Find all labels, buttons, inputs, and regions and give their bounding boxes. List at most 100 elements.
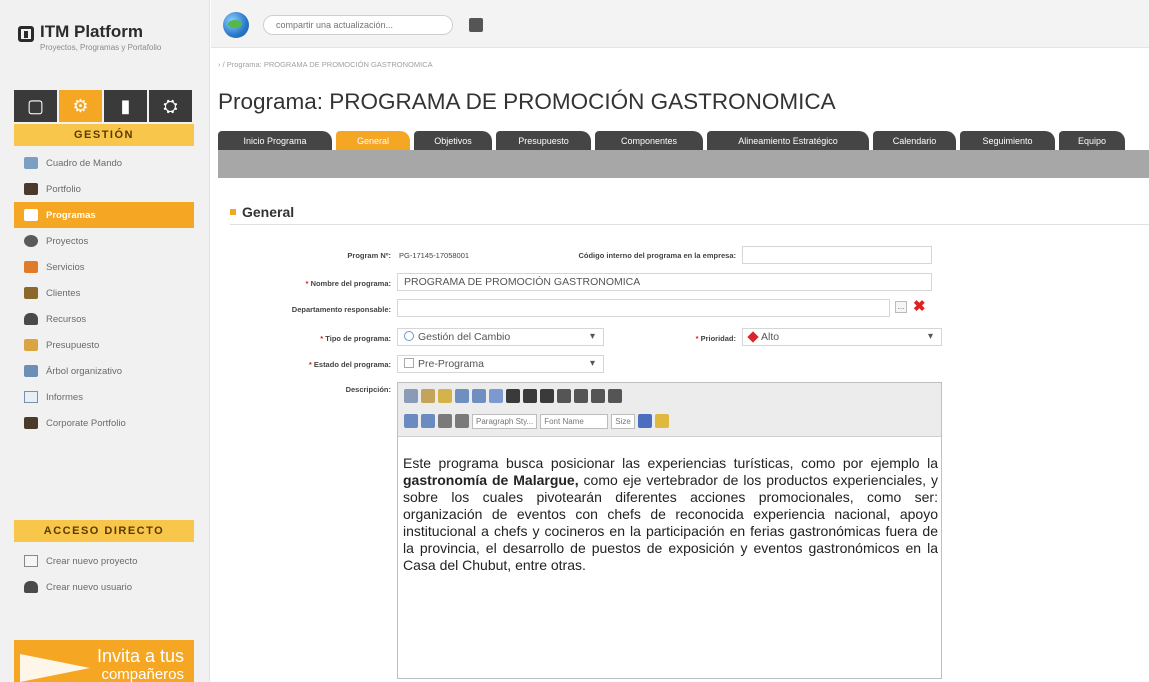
unordered-list-icon[interactable] bbox=[421, 414, 435, 428]
sidebar-item-arbol-organizativo[interactable]: Árbol organizativo bbox=[14, 358, 194, 384]
shortcut-label: Crear nuevo proyecto bbox=[46, 555, 138, 567]
change-icon bbox=[404, 331, 414, 341]
sidebar-item-corporate-portfolio[interactable]: Corporate Portfolio bbox=[14, 410, 194, 436]
program-name-field[interactable]: PROGRAMA DE PROMOCIÓN GASTRONOMICA bbox=[397, 273, 932, 291]
clients-icon bbox=[24, 287, 38, 299]
shortcut-create-user[interactable]: Crear nuevo usuario bbox=[14, 574, 194, 600]
sidebar-item-label: Cuadro de Mando bbox=[46, 157, 123, 169]
sidebar: ITM Platform Proyectos, Programas y Port… bbox=[0, 0, 210, 682]
department-clear-icon[interactable]: ✖ bbox=[913, 298, 926, 316]
sidebar-item-programas[interactable]: Programas bbox=[14, 202, 194, 228]
sidebar-item-informes[interactable]: Informes bbox=[14, 384, 194, 410]
tab-presupuesto[interactable]: Presupuesto bbox=[496, 131, 591, 150]
app-window: ITM Platform Proyectos, Programas y Port… bbox=[0, 0, 1149, 682]
invite-banner[interactable]: Invita a tus compañeros bbox=[14, 640, 194, 682]
tab-alineamiento-estrategico[interactable]: Alineamiento Estratégico bbox=[707, 131, 869, 150]
description-label: Descripción: bbox=[345, 385, 391, 394]
sidebar-item-portfolio[interactable]: Portfolio bbox=[14, 176, 194, 202]
paragraph-style-select[interactable]: Paragraph Sty... bbox=[472, 413, 538, 429]
sidebar-item-label: Proyectos bbox=[46, 235, 89, 247]
required-mark: * bbox=[305, 279, 309, 288]
services-icon bbox=[24, 261, 38, 273]
priority-value: Alto bbox=[761, 331, 780, 343]
align-left-icon[interactable] bbox=[557, 389, 571, 403]
tab-equipo[interactable]: Equipo bbox=[1059, 131, 1125, 150]
font-color-icon[interactable] bbox=[637, 414, 652, 428]
align-justify-icon[interactable] bbox=[608, 389, 622, 403]
undo-icon[interactable] bbox=[455, 389, 469, 403]
department-browse-button[interactable]: ... bbox=[895, 301, 907, 313]
program-number-value: PG-17145-17058001 bbox=[399, 251, 470, 260]
indent-icon[interactable] bbox=[455, 414, 469, 428]
department-field[interactable] bbox=[397, 299, 890, 317]
priority-label: * Prioridad: bbox=[696, 334, 736, 343]
sidebar-item-cuadro-de-mando[interactable]: Cuadro de Mando bbox=[14, 150, 194, 176]
new-project-icon bbox=[24, 555, 38, 567]
bold-icon[interactable] bbox=[506, 389, 520, 403]
priority-select[interactable]: Alto bbox=[742, 328, 942, 346]
required-mark: * bbox=[308, 360, 312, 369]
required-mark: * bbox=[695, 334, 699, 343]
tab-bar: Inicio Programa General Objetivos Presup… bbox=[218, 131, 1149, 150]
tab-objetivos[interactable]: Objetivos bbox=[414, 131, 492, 150]
department-label: Departamento responsable: bbox=[291, 305, 391, 314]
sidebar-item-label: Árbol organizativo bbox=[46, 365, 123, 377]
table-icon[interactable] bbox=[489, 389, 503, 403]
itm-logo-icon bbox=[18, 26, 34, 42]
underline-icon[interactable] bbox=[540, 389, 554, 403]
monitor-icon bbox=[24, 157, 38, 169]
ordered-list-icon[interactable] bbox=[404, 414, 418, 428]
sidebar-item-presupuesto[interactable]: Presupuesto bbox=[14, 332, 194, 358]
tab-general[interactable]: General bbox=[336, 131, 410, 150]
align-right-icon[interactable] bbox=[591, 389, 605, 403]
label-text: Prioridad: bbox=[700, 334, 736, 343]
shortcut-create-project[interactable]: Crear nuevo proyecto bbox=[14, 548, 194, 574]
briefcase-icon bbox=[24, 183, 38, 195]
program-status-select[interactable]: Pre-Programa bbox=[397, 355, 604, 373]
tab-calendario[interactable]: Calendario bbox=[873, 131, 956, 150]
shortcut-nav: Crear nuevo proyecto Crear nuevo usuario bbox=[14, 548, 194, 600]
program-type-select[interactable]: Gestión del Cambio bbox=[397, 328, 604, 346]
sidebar-item-servicios[interactable]: Servicios bbox=[14, 254, 194, 280]
paste-icon[interactable] bbox=[438, 389, 452, 403]
italic-icon[interactable] bbox=[523, 389, 537, 403]
tab-content-strip bbox=[218, 150, 1149, 178]
module-clipboard-button[interactable]: ▮ bbox=[104, 90, 149, 122]
tab-seguimiento[interactable]: Seguimiento bbox=[960, 131, 1055, 150]
align-center-icon[interactable] bbox=[574, 389, 588, 403]
font-size-select[interactable]: Size bbox=[611, 413, 635, 429]
required-mark: * bbox=[320, 334, 324, 343]
person-icon bbox=[24, 313, 38, 325]
sidebar-item-proyectos[interactable]: Proyectos bbox=[14, 228, 194, 254]
highlight-color-icon[interactable] bbox=[654, 414, 669, 428]
invite-line2: compañeros bbox=[101, 666, 184, 682]
tab-inicio-programa[interactable]: Inicio Programa bbox=[218, 131, 332, 150]
sidebar-item-clientes[interactable]: Clientes bbox=[14, 280, 194, 306]
internal-code-field[interactable] bbox=[742, 246, 932, 264]
copy-icon[interactable] bbox=[421, 389, 435, 403]
globe-icon[interactable] bbox=[223, 12, 249, 38]
description-editor[interactable]: Paragraph Sty... Font Name Size Este pro… bbox=[397, 382, 942, 679]
toolbar-row-2: Paragraph Sty... Font Name Size bbox=[404, 411, 672, 431]
gears-icon: ⚙ bbox=[72, 96, 89, 116]
description-text-part1: Este programa busca posicionar las exper… bbox=[403, 455, 938, 471]
breadcrumb[interactable]: › / Programa: PROGRAMA DE PROMOCIÓN GAST… bbox=[218, 60, 433, 69]
tab-componentes[interactable]: Componentes bbox=[595, 131, 703, 150]
calendar-icon[interactable] bbox=[469, 18, 483, 32]
editor-content[interactable]: Este programa busca posicionar las exper… bbox=[403, 455, 938, 574]
font-name-select[interactable]: Font Name bbox=[540, 413, 609, 429]
sidebar-item-label: Recursos bbox=[46, 313, 87, 325]
program-number-label: Program Nº: bbox=[347, 251, 391, 260]
sidebar-item-recursos[interactable]: Recursos bbox=[14, 306, 194, 332]
cut-icon[interactable] bbox=[404, 389, 418, 403]
outdent-icon[interactable] bbox=[438, 414, 452, 428]
module-dashboard-button[interactable]: ▢ bbox=[14, 90, 59, 122]
briefcase-icon bbox=[24, 417, 38, 429]
module-management-button[interactable]: ⚙ bbox=[59, 90, 104, 122]
redo-icon[interactable] bbox=[472, 389, 486, 403]
settings-icon: ⛭ bbox=[163, 96, 178, 116]
module-settings-button[interactable]: ⛭ bbox=[149, 90, 194, 122]
invite-line1: Invita a tus bbox=[96, 646, 184, 666]
status-update-input[interactable] bbox=[263, 15, 453, 35]
editor-toolbar: Paragraph Sty... Font Name Size bbox=[398, 383, 941, 437]
